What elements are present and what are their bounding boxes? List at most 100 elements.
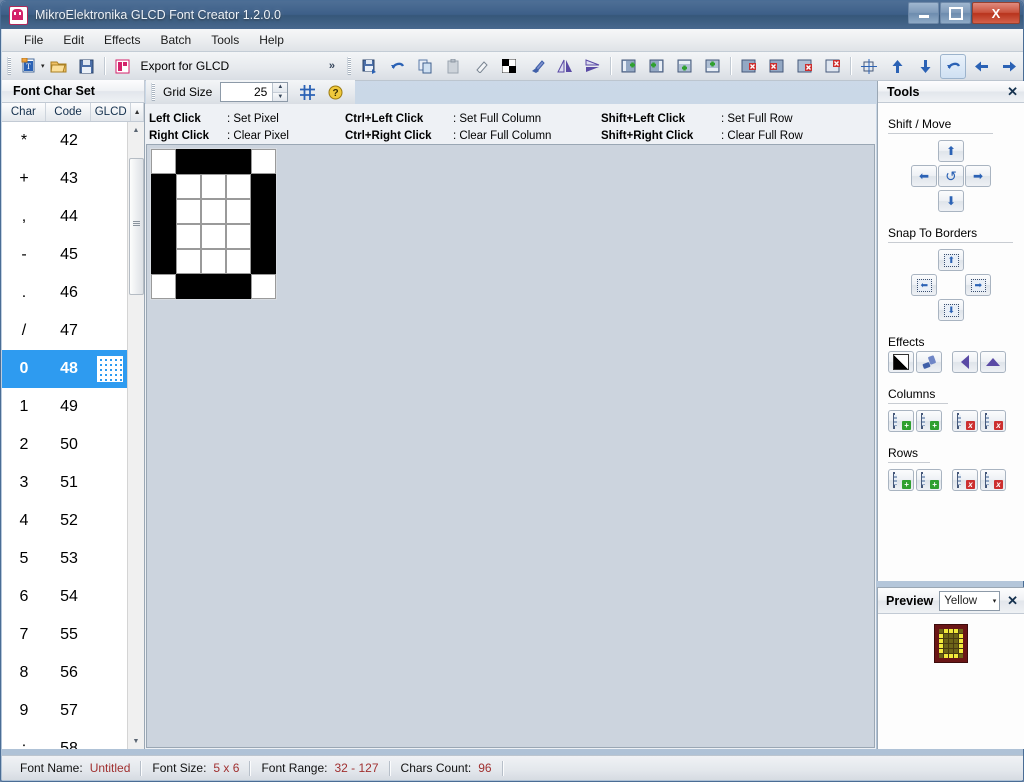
menu-effects[interactable]: Effects [94,30,150,50]
flip-horizontal-button[interactable] [952,351,978,373]
pixel-2-2[interactable] [201,199,226,224]
insert-row-top-icon[interactable] [672,54,698,79]
shift-left-icon[interactable] [968,54,994,79]
column-header-code[interactable]: Code [46,103,92,121]
add-column-left-button[interactable]: + [888,410,914,432]
pixel-4-1[interactable] [251,174,276,199]
char-row-55[interactable]: 755 [2,616,128,654]
shift-right-icon[interactable] [996,54,1022,79]
tools-close-icon[interactable]: ✕ [1007,84,1018,100]
insert-column-right-icon[interactable] [644,54,670,79]
save-icon[interactable] [74,54,100,79]
delete-column-right-icon[interactable] [764,54,790,79]
delete-row-bottom-button[interactable]: x [980,469,1006,491]
close-button[interactable]: X [972,2,1020,24]
snap-top-button[interactable]: ⬆ [938,249,964,271]
pixel-0-2[interactable] [151,199,176,224]
char-row-54[interactable]: 654 [2,578,128,616]
char-row-47[interactable]: /47 [2,312,128,350]
char-row-57[interactable]: 957 [2,692,128,730]
char-row-46[interactable]: .46 [2,274,128,312]
toolbar2-gripper[interactable] [347,57,351,75]
invert-button[interactable] [888,351,914,373]
snap-borders-icon[interactable] [856,54,882,79]
help-icon[interactable]: ? [322,80,348,105]
erase-icon[interactable] [468,54,494,79]
pixel-0-5[interactable] [151,274,176,299]
pixel-2-1[interactable] [201,174,226,199]
pixel-3-5[interactable] [226,274,251,299]
scroll-down-arrow[interactable]: ▼ [128,733,144,749]
pixel-3-3[interactable] [226,224,251,249]
shift-reset-button[interactable]: ↺ [938,165,964,187]
snap-left-button[interactable]: ⬅ [911,274,937,296]
char-row-50[interactable]: 250 [2,426,128,464]
flip-vertical-button[interactable] [980,351,1006,373]
pixel-2-5[interactable] [201,274,226,299]
shift-left-button[interactable]: ⬅ [911,165,937,187]
pixel-2-3[interactable] [201,224,226,249]
char-row-42[interactable]: *42 [2,122,128,160]
preview-color-select[interactable]: Yellow ▾ [939,591,1000,611]
char-row-49[interactable]: 149 [2,388,128,426]
pixel-1-0[interactable] [176,149,201,174]
pixel-1-4[interactable] [176,249,201,274]
glyph-canvas[interactable] [146,144,875,748]
add-row-top-button[interactable]: + [888,469,914,491]
delete-row-top-button[interactable]: x [952,469,978,491]
insert-column-left-icon[interactable] [616,54,642,79]
char-row-53[interactable]: 553 [2,540,128,578]
delete-row-top-icon[interactable] [792,54,818,79]
add-row-bottom-button[interactable]: + [916,469,942,491]
char-set-list[interactable]: *42+43,44-45.46/470481492503514525536547… [2,122,128,749]
char-row-48[interactable]: 048 [2,350,128,388]
grid-size-gripper[interactable] [151,83,155,101]
flip-horizontal-icon[interactable] [552,54,578,79]
pixel-0-0[interactable] [151,149,176,174]
delete-column-left-icon[interactable] [736,54,762,79]
pixel-1-5[interactable] [176,274,201,299]
menu-edit[interactable]: Edit [53,30,94,50]
rotate-icon[interactable] [940,54,966,79]
flip-vertical-icon[interactable] [580,54,606,79]
pixel-0-1[interactable] [151,174,176,199]
toolbar-overflow-button[interactable]: » [324,60,340,72]
glyph-pixel-grid[interactable] [150,148,277,300]
char-row-45[interactable]: -45 [2,236,128,274]
pixel-1-1[interactable] [176,174,201,199]
pixel-4-0[interactable] [251,149,276,174]
pixel-3-0[interactable] [226,149,251,174]
pixel-2-0[interactable] [201,149,226,174]
snap-right-button[interactable]: ➡ [965,274,991,296]
new-font-icon[interactable]: T [16,54,42,79]
char-row-51[interactable]: 351 [2,464,128,502]
toolbar-gripper[interactable] [7,57,11,75]
char-set-scrollbar[interactable]: ▲ ▼ [127,122,144,749]
grid-size-stepper[interactable]: ▲ ▼ [220,82,288,102]
snap-bottom-button[interactable]: ⬇ [938,299,964,321]
grid-size-down-arrow[interactable]: ▼ [273,93,287,102]
save-as-icon[interactable] [356,54,382,79]
pixel-4-5[interactable] [251,274,276,299]
add-column-right-button[interactable]: + [916,410,942,432]
pixel-0-3[interactable] [151,224,176,249]
maximize-button[interactable] [940,2,971,24]
pixel-4-3[interactable] [251,224,276,249]
fill-button[interactable] [916,351,942,373]
menu-file[interactable]: File [14,30,53,50]
char-row-56[interactable]: 856 [2,654,128,692]
menu-help[interactable]: Help [249,30,294,50]
pixel-1-3[interactable] [176,224,201,249]
grid-size-input[interactable] [221,83,272,101]
grid-toggle-icon[interactable] [294,80,320,105]
menu-tools[interactable]: Tools [201,30,249,50]
char-row-44[interactable]: ,44 [2,198,128,236]
char-row-43[interactable]: +43 [2,160,128,198]
shift-down-icon[interactable] [912,54,938,79]
pixel-4-4[interactable] [251,249,276,274]
insert-row-bottom-icon[interactable] [700,54,726,79]
pixel-2-4[interactable] [201,249,226,274]
preview-close-icon[interactable]: ✕ [1007,593,1018,609]
export-glcd-label[interactable]: Export for GLCD [141,59,230,73]
delete-column-left-button[interactable]: x [952,410,978,432]
